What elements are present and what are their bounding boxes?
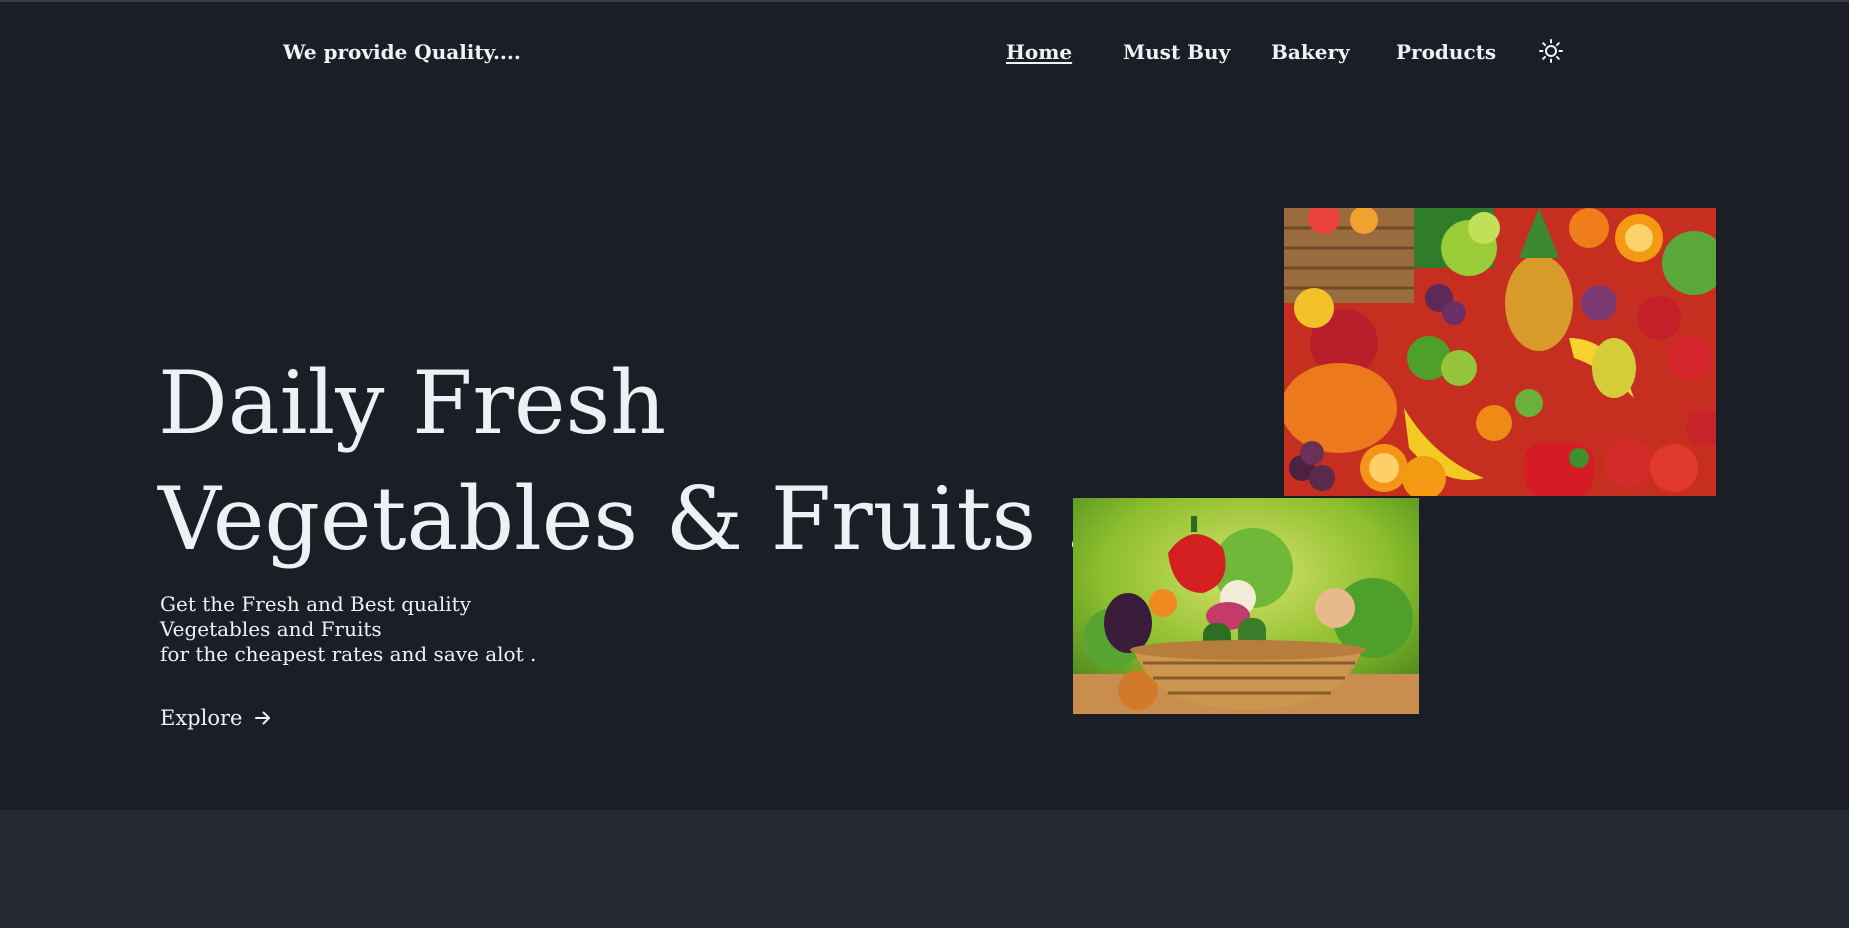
page: We provide Quality.... Home Must Buy Bak… <box>0 0 1849 928</box>
hero-subtitle-line-1: Get the Fresh and Best quality <box>160 592 471 616</box>
explore-label: Explore <box>160 706 243 730</box>
hero-subtitle-line-3: for the cheapest rates and save alot . <box>160 642 537 666</box>
footer-band <box>0 810 1849 928</box>
sun-icon <box>1539 39 1563 63</box>
hero-title: Daily Fresh Vegetables & Fruits ... <box>158 345 1147 577</box>
nav-bakery-link[interactable]: Bakery <box>1271 40 1350 64</box>
hero-title-line-1: Daily Fresh <box>158 352 667 454</box>
nav-home-link[interactable]: Home <box>1006 40 1072 64</box>
brand-tagline: We provide Quality.... <box>283 40 521 64</box>
hero-title-line-2: Vegetables & Fruits ... <box>158 468 1147 570</box>
hero-subtitle-line-2: Vegetables and Fruits <box>160 617 382 641</box>
theme-toggle-button[interactable] <box>1538 38 1564 64</box>
vegetable-basket-image <box>1073 498 1419 714</box>
nav-must-buy-link[interactable]: Must Buy <box>1123 40 1230 64</box>
nav-products-link[interactable]: Products <box>1396 40 1496 64</box>
arrow-right-icon <box>255 711 271 725</box>
window-top-edge <box>0 0 1849 2</box>
hero-subtitle: Get the Fresh and Best quality Vegetable… <box>160 592 536 667</box>
mixed-fruits-vegetables-image <box>1284 208 1716 496</box>
explore-button[interactable]: Explore <box>160 706 272 730</box>
